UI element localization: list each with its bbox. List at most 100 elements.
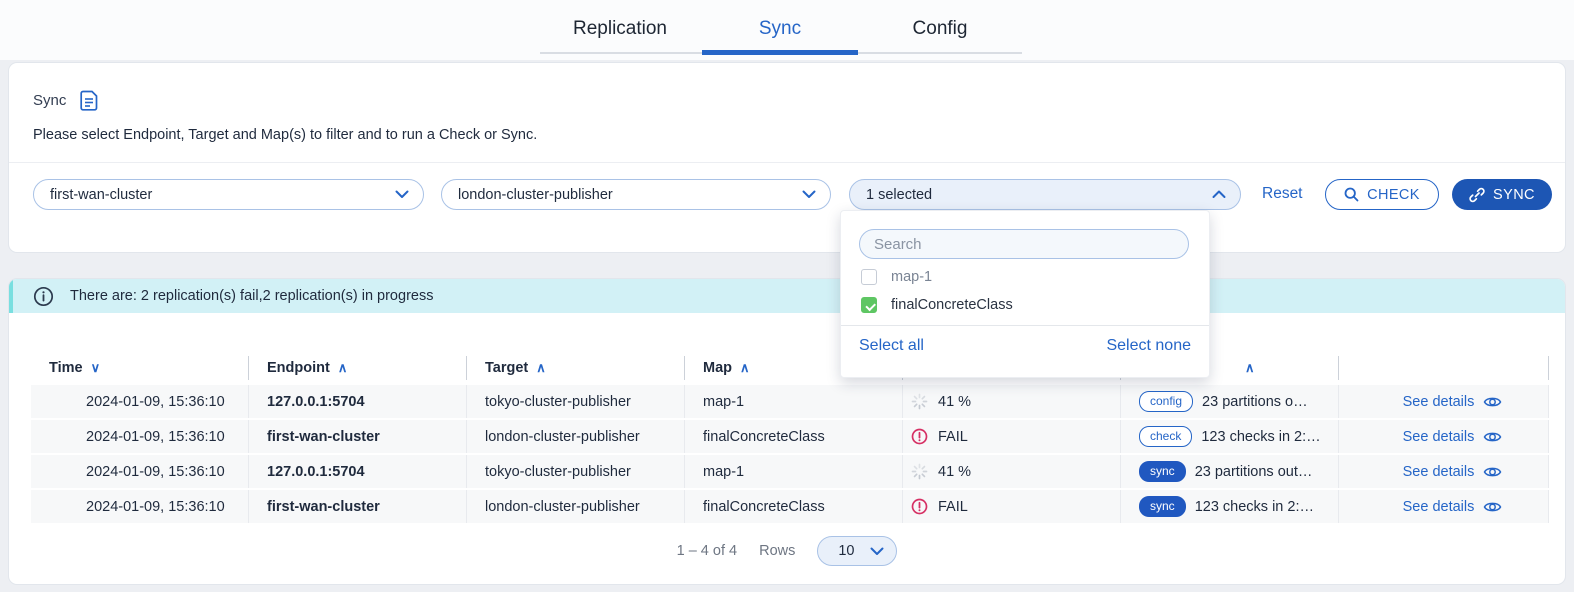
pagination: 1 – 4 of 4 Rows 10 [9,536,1565,566]
event-badge: sync [1139,496,1186,516]
cell-status: FAIL [903,490,1121,523]
map-option-label: map-1 [891,269,932,285]
reset-button[interactable]: Reset [1262,185,1303,203]
check-button-label: CHECK [1367,187,1420,203]
cell-time: 2024-01-09, 15:36:10 [31,385,249,418]
checkbox-checked[interactable] [861,297,877,313]
see-details-link[interactable]: See details [1339,455,1549,488]
column-header-endpoint[interactable]: Endpoint∧ [249,356,467,380]
filter-instructions: Please select Endpoint, Target and Map(s… [33,127,537,143]
tab-bar: Replication Sync Config [540,10,1022,54]
cell-map: map-1 [685,455,903,488]
sync-button-label: SYNC [1493,187,1535,203]
cell-event: sync 23 partitions out… [1121,455,1339,488]
divider [9,162,1565,163]
pagination-range: 1 – 4 of 4 [677,543,737,559]
rows-per-page-value: 10 [838,543,870,559]
search-icon [1344,187,1359,202]
cell-status: 41 % [903,455,1121,488]
sync-results-card: There are: 2 replication(s) fail,2 repli… [8,278,1566,585]
error-icon [911,498,928,515]
cell-map: finalConcreteClass [685,420,903,453]
sync-filter-card: Sync Please select Endpoint, Target and … [8,62,1566,253]
see-details-link[interactable]: See details [1339,490,1549,523]
card-title: Sync [33,92,66,109]
cell-status: FAIL [903,420,1121,453]
endpoint-select[interactable]: first-wan-cluster [33,179,424,210]
cell-status: 41 % [903,385,1121,418]
select-none-link[interactable]: Select none [1106,337,1191,355]
event-badge: config [1139,391,1193,411]
sync-button[interactable]: SYNC [1452,179,1552,210]
cell-map: finalConcreteClass [685,490,903,523]
target-select[interactable]: london-cluster-publisher [441,179,831,210]
sort-asc-icon[interactable]: ∧ [536,360,546,376]
cell-event: sync 123 checks in 2:… [1121,490,1339,523]
cell-time: 2024-01-09, 15:36:10 [31,420,249,453]
sort-desc-icon[interactable]: ∨ [91,360,101,376]
column-header-details [1339,356,1549,380]
map-option[interactable]: map-1 [861,269,932,285]
chevron-down-icon [395,190,409,199]
eye-icon [1483,430,1502,444]
table-header-row: Time∨ Endpoint∧ Target∧ Map∧ ∧ [31,353,1565,383]
endpoint-select-value: first-wan-cluster [50,187,395,203]
rows-per-page-label: Rows [759,543,795,559]
table-row: 2024-01-09, 15:36:10 127.0.0.1:5704 toky… [31,385,1565,418]
see-details-link[interactable]: See details [1339,420,1549,453]
event-message: 23 partitions o… [1202,394,1308,410]
cell-target: tokyo-cluster-publisher [467,455,685,488]
tab-sync[interactable]: Sync [700,10,860,52]
check-button[interactable]: CHECK [1325,179,1439,210]
cell-target: london-cluster-publisher [467,490,685,523]
event-badge: sync [1139,461,1186,481]
select-all-link[interactable]: Select all [859,337,924,355]
sort-asc-icon[interactable]: ∧ [740,360,750,376]
spinner-icon [911,393,928,410]
document-icon[interactable] [80,90,99,111]
target-select-value: london-cluster-publisher [458,187,802,203]
cell-event: check 123 checks in 2:… [1121,420,1339,453]
error-icon [911,428,928,445]
cell-time: 2024-01-09, 15:36:10 [31,455,249,488]
spinner-icon [911,463,928,480]
chevron-down-icon [802,190,816,199]
status-text: FAIL [938,499,968,515]
eye-icon [1483,465,1502,479]
sort-asc-icon[interactable]: ∧ [338,360,348,376]
status-text: 41 % [938,464,971,480]
eye-icon [1483,500,1502,514]
column-header-target[interactable]: Target∧ [467,356,685,380]
chevron-down-icon [870,547,884,556]
cell-target: tokyo-cluster-publisher [467,385,685,418]
search-input[interactable] [859,229,1189,259]
cell-endpoint: 127.0.0.1:5704 [249,385,467,418]
status-text: FAIL [938,429,968,445]
info-banner-text: There are: 2 replication(s) fail,2 repli… [70,288,433,304]
cell-endpoint: first-wan-cluster [249,490,467,523]
map-multiselect[interactable]: 1 selected [849,179,1241,210]
link-icon [1469,187,1485,203]
see-details-link[interactable]: See details [1339,385,1549,418]
column-header-time[interactable]: Time∨ [31,356,249,380]
cell-map: map-1 [685,385,903,418]
status-text: 41 % [938,394,971,410]
event-badge: check [1139,426,1192,446]
chevron-up-icon [1212,190,1226,199]
map-option-label: finalConcreteClass [891,297,1013,313]
map-option[interactable]: finalConcreteClass [861,297,1013,313]
table-row: 2024-01-09, 15:36:10 first-wan-cluster l… [31,420,1565,453]
divider [841,325,1209,326]
tab-config[interactable]: Config [860,10,1020,52]
map-multiselect-dropdown: map-1 finalConcreteClass Select all Sele… [840,210,1210,378]
cell-time: 2024-01-09, 15:36:10 [31,490,249,523]
sort-asc-icon[interactable]: ∧ [1245,360,1255,376]
cell-event: config 23 partitions o… [1121,385,1339,418]
checkbox-unchecked[interactable] [861,269,877,285]
info-icon [33,286,54,307]
rows-per-page-select[interactable]: 10 [817,536,897,566]
event-message: 123 checks in 2:… [1201,429,1320,445]
tab-replication[interactable]: Replication [540,10,700,52]
cell-endpoint: first-wan-cluster [249,420,467,453]
info-banner: There are: 2 replication(s) fail,2 repli… [9,279,1565,313]
